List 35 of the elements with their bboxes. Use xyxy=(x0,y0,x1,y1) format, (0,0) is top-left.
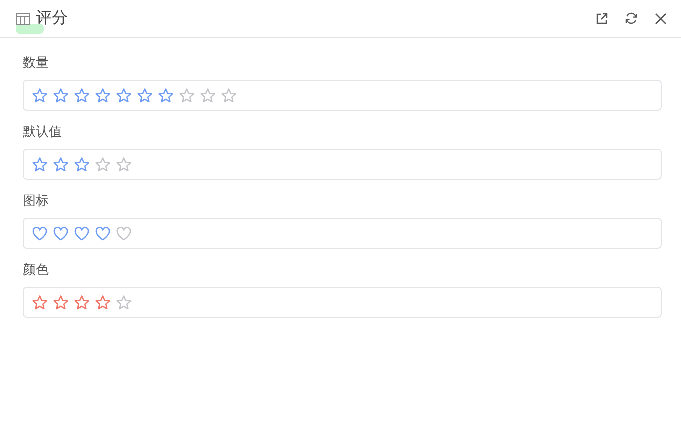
external-link-icon[interactable] xyxy=(596,12,608,24)
star-icon[interactable] xyxy=(53,294,69,310)
refresh-icon[interactable] xyxy=(625,12,638,25)
star-icon[interactable] xyxy=(179,88,195,104)
star-icon[interactable] xyxy=(74,294,90,310)
heart-icon[interactable] xyxy=(116,226,132,242)
star-icon[interactable] xyxy=(53,88,69,104)
heart-icon[interactable] xyxy=(74,226,90,242)
star-icon[interactable] xyxy=(32,88,48,104)
star-icon[interactable] xyxy=(116,88,132,104)
star-icon[interactable] xyxy=(158,88,174,104)
heart-icon[interactable] xyxy=(32,226,48,242)
field-label: 默认值 xyxy=(23,125,62,141)
highlight-mark xyxy=(16,24,44,34)
star-icon[interactable] xyxy=(116,294,132,310)
star-icon[interactable] xyxy=(32,294,48,310)
star-icon[interactable] xyxy=(95,88,111,104)
field-label: 数量 xyxy=(23,56,49,72)
star-icon[interactable] xyxy=(95,156,111,172)
star-icon[interactable] xyxy=(74,88,90,104)
star-icon[interactable] xyxy=(74,156,90,172)
star-icon[interactable] xyxy=(221,88,237,104)
heart-icon[interactable] xyxy=(53,226,69,242)
close-icon[interactable] xyxy=(655,12,667,24)
heart-icon[interactable] xyxy=(95,226,111,242)
field-label: 图标 xyxy=(23,194,49,210)
star-icon[interactable] xyxy=(200,88,216,104)
star-icon[interactable] xyxy=(137,88,153,104)
window-title: 评分 xyxy=(36,8,68,29)
star-icon[interactable] xyxy=(116,156,132,172)
star-icon[interactable] xyxy=(32,156,48,172)
star-icon[interactable] xyxy=(95,294,111,310)
field-label: 颜色 xyxy=(23,263,49,279)
star-icon[interactable] xyxy=(53,156,69,172)
table-icon xyxy=(16,12,30,24)
